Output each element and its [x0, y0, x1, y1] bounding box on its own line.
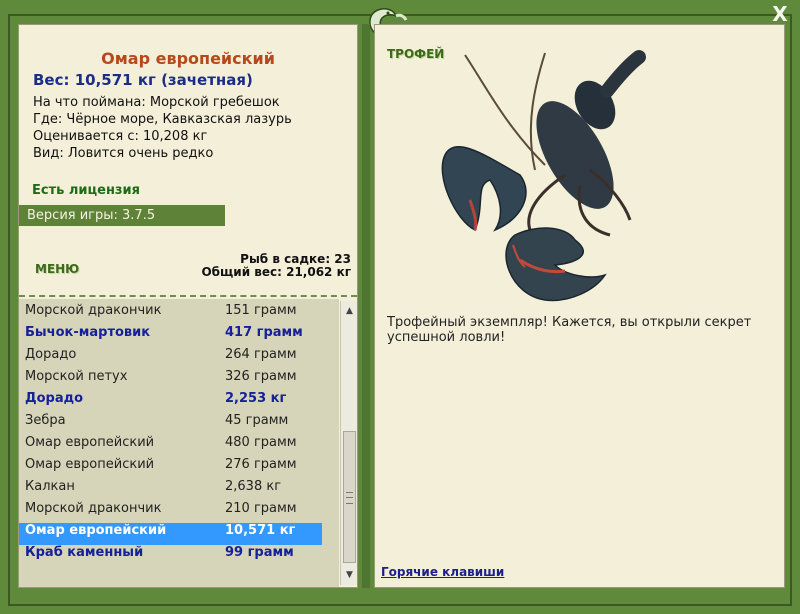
catch-fish-weight: 2,253 кг [225, 391, 287, 406]
value-info: Оценивается с: 10,208 кг [33, 129, 208, 144]
panel-divider [362, 24, 370, 588]
catch-fish-name: Бычок-мартовик [25, 325, 151, 340]
scroll-thumb[interactable] [343, 431, 356, 563]
catch-fish-name: Морской дракончик [25, 303, 162, 318]
trophy-description: Трофейный экземпляр! Кажется, вы открыли… [387, 315, 752, 345]
catch-fish-name: Омар европейский [25, 435, 155, 450]
rarity-info: Вид: Ловится очень редко [33, 146, 214, 161]
hotkeys-link[interactable]: Горячие клавиши [381, 565, 504, 579]
catch-fish-weight: 99 грамм [225, 545, 294, 560]
catch-list-row[interactable]: Калкан 2,638 кг [19, 479, 322, 501]
dashed-divider [19, 295, 357, 297]
catch-fish-weight: 45 грамм [225, 413, 289, 428]
catch-fish-name: Краб каменный [25, 545, 144, 560]
catch-list-row[interactable]: Омар европейский 480 грамм [19, 435, 322, 457]
bait-info: На что поймана: Морской гребешок [33, 95, 280, 110]
catch-fish-weight: 417 грамм [225, 325, 303, 340]
catch-list-row[interactable]: Морской дракончик 210 грамм [19, 501, 322, 523]
catch-fish-name: Морской петух [25, 369, 128, 384]
catch-fish-weight: 326 грамм [225, 369, 297, 384]
cage-total-weight: Общий вес: 21,062 кг [201, 265, 351, 279]
scroll-down-icon[interactable]: ▼ [342, 567, 357, 583]
catch-fish-weight: 210 грамм [225, 501, 297, 516]
location-info: Где: Чёрное море, Кавказская лазурь [33, 112, 292, 127]
cage-fish-count: Рыб в садке: 23 [240, 252, 351, 266]
catch-list-row[interactable]: Краб каменный 99 грамм [19, 545, 322, 567]
catch-list-row[interactable]: Зебра 45 грамм [19, 413, 322, 435]
fish-weight: Вес: 10,571 кг (зачетная) [33, 71, 253, 89]
catch-list-scrollbar[interactable]: ▲ ▼ [340, 301, 357, 585]
catch-list-row[interactable]: Дорадо 264 грамм [19, 347, 322, 369]
catch-fish-name: Морской дракончик [25, 501, 162, 516]
game-version: Версия игры: 3.7.5 [19, 205, 225, 226]
fish-info-panel: Омар европейский Вес: 10,571 кг (зачетна… [18, 24, 358, 588]
catch-list-row[interactable]: Морской дракончик 151 грамм [19, 303, 322, 325]
catch-list[interactable]: Морской дракончик 151 грамм Бычок-мартовик… [19, 299, 339, 587]
catch-list-row[interactable]: Морской петух 326 грамм [19, 369, 322, 391]
catch-fish-weight: 480 грамм [225, 435, 297, 450]
license-status: Есть лицензия [32, 183, 140, 198]
catch-fish-weight: 2,638 кг [225, 479, 282, 494]
catch-list-row[interactable]: Дорадо 2,253 кг [19, 391, 322, 413]
catch-fish-weight: 10,571 кг [225, 523, 296, 538]
lobster-image [441, 50, 646, 302]
catch-fish-weight: 276 грамм [225, 457, 297, 472]
trophy-panel: ТРОФЕЙ Трофейный экземпляр! Кажется, вы … [374, 24, 785, 588]
fish-title: Омар европейский [101, 49, 275, 68]
catch-fish-name: Дорадо [25, 391, 84, 406]
catch-fish-name: Зебра [25, 413, 66, 428]
catch-fish-weight: 264 грамм [225, 347, 297, 362]
catch-fish-name: Дорадо [25, 347, 77, 362]
catch-fish-name: Омар европейский [25, 457, 155, 472]
close-button[interactable]: X [770, 4, 790, 24]
catch-fish-name: Калкан [25, 479, 75, 494]
catch-list-row[interactable]: Бычок-мартовик 417 грамм [19, 325, 322, 347]
catch-fish-name: Омар европейский [25, 523, 167, 538]
catch-list-row[interactable]: Омар европейский 10,571 кг [19, 523, 322, 545]
catch-fish-weight: 151 грамм [225, 303, 297, 318]
menu-button[interactable]: МЕНЮ [35, 262, 79, 276]
scroll-up-icon[interactable]: ▲ [342, 303, 357, 319]
catch-list-row[interactable]: Омар европейский 276 грамм [19, 457, 322, 479]
